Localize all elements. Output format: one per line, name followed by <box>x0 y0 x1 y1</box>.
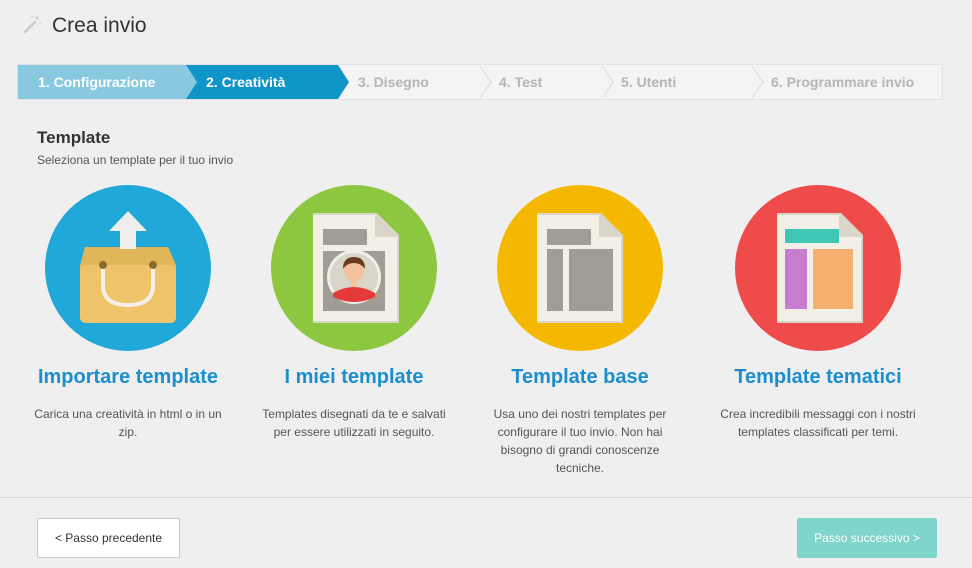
step-disegno[interactable]: 3. Disegno <box>338 65 492 99</box>
step-programmare-invio[interactable]: 6. Programmare invio <box>751 65 942 99</box>
card-title[interactable]: I miei template <box>244 366 464 389</box>
card-title[interactable]: Template base <box>470 366 690 389</box>
import-template-button[interactable] <box>45 185 211 351</box>
page-title: Crea invio <box>52 14 147 37</box>
themed-template-button[interactable] <box>735 185 901 351</box>
step-label: 2. Creatività <box>206 74 286 90</box>
step-creativita[interactable]: 2. Creatività <box>186 65 349 99</box>
step-utenti[interactable]: 5. Utenti <box>601 65 764 99</box>
previous-step-button[interactable]: < Passo precedente <box>37 518 180 558</box>
upload-box-icon <box>80 211 176 323</box>
user-template-icon <box>313 213 399 323</box>
card-template-base: Template base Usa uno dei nostri templat… <box>470 185 690 477</box>
base-template-icon <box>537 213 623 323</box>
card-importare-template: Importare template Carica una creatività… <box>18 185 238 441</box>
section-title: Template <box>37 128 111 147</box>
my-templates-button[interactable] <box>271 185 437 351</box>
card-description: Usa uno dei nostri templates per configu… <box>493 407 667 475</box>
step-label: 6. Programmare invio <box>771 74 915 90</box>
card-description: Crea incredibili messaggi con i nostri t… <box>720 407 916 439</box>
step-configurazione[interactable]: 1. Configurazione <box>18 65 197 99</box>
card-description: Carica una creatività in html o in un zi… <box>34 407 222 439</box>
card-title[interactable]: Template tematici <box>708 366 928 389</box>
card-miei-template: I miei template Templates disegnati da t… <box>244 185 464 441</box>
step-test[interactable]: 4. Test <box>479 65 614 99</box>
next-step-button[interactable]: Passo successivo > <box>797 518 937 558</box>
base-template-button[interactable] <box>497 185 663 351</box>
step-label: 5. Utenti <box>621 74 677 90</box>
section-subtitle: Seleziona un template per il tuo invio <box>37 153 234 167</box>
card-title[interactable]: Importare template <box>18 366 238 389</box>
magic-wand-icon <box>23 16 41 34</box>
card-description: Templates disegnati da te e salvati per … <box>262 407 446 439</box>
themed-template-icon <box>777 213 863 323</box>
footer-divider <box>0 497 972 498</box>
wizard-steps: 1. Configurazione 2. Creatività 3. Diseg… <box>17 64 943 100</box>
step-label: 4. Test <box>499 74 543 90</box>
step-label: 3. Disegno <box>358 74 429 90</box>
card-template-tematici: Template tematici Crea incredibili messa… <box>708 185 928 441</box>
step-label: 1. Configurazione <box>38 74 156 90</box>
page-header: Crea invio <box>0 0 972 52</box>
